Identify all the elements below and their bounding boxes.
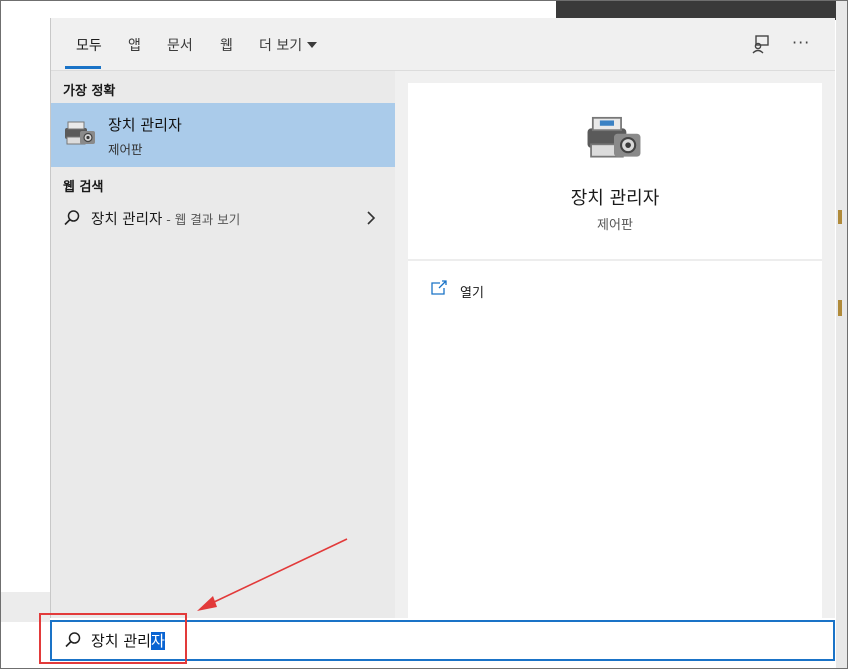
feedback-icon[interactable]	[749, 32, 773, 56]
preview-title: 장치 관리자	[570, 188, 660, 209]
filter-tab-bar: 모두 앱 문서 웹 더 보기 ···	[51, 18, 835, 71]
tab-documents[interactable]: 문서	[167, 35, 193, 55]
open-action[interactable]: 열기	[430, 280, 630, 302]
preview-divider	[408, 259, 822, 261]
active-tab-indicator	[65, 66, 101, 69]
search-icon	[64, 210, 80, 226]
preview-subtitle: 제어판	[597, 218, 633, 233]
start-search-panel: 모두 앱 문서 웹 더 보기 ··· 가장 정확 장치 관리자 제어판 웹 검색…	[50, 18, 835, 618]
device-manager-icon	[65, 121, 95, 145]
results-list: 가장 정확 장치 관리자 제어판 웹 검색 장치 관리자 - 웹 결과 보기	[51, 71, 395, 618]
open-action-label: 열기	[460, 286, 484, 301]
annotation-highlight-box	[39, 613, 187, 664]
chevron-right-icon[interactable]	[365, 210, 377, 226]
tab-all[interactable]: 모두	[76, 35, 102, 55]
more-options-icon[interactable]: ···	[792, 33, 816, 57]
best-match-item[interactable]: 장치 관리자 제어판	[51, 103, 395, 167]
background-window-strip	[556, 0, 848, 20]
web-search-item[interactable]: 장치 관리자 - 웹 결과 보기	[51, 202, 395, 236]
web-search-text: 장치 관리자 - 웹 결과 보기	[91, 212, 241, 228]
preview-pane: 장치 관리자 제어판 열기	[408, 83, 822, 618]
best-match-header: 가장 정확	[63, 84, 116, 99]
web-search-header: 웹 검색	[63, 180, 104, 195]
best-match-title: 장치 관리자	[108, 116, 182, 134]
open-icon	[431, 280, 447, 295]
tab-apps[interactable]: 앱	[128, 35, 141, 55]
background-scroll-area	[836, 0, 848, 669]
best-match-subtitle: 제어판	[108, 142, 143, 157]
device-manager-icon	[587, 116, 641, 158]
chevron-down-icon	[307, 42, 318, 48]
tab-more[interactable]: 더 보기	[259, 35, 318, 55]
tab-web[interactable]: 웹	[220, 35, 233, 55]
